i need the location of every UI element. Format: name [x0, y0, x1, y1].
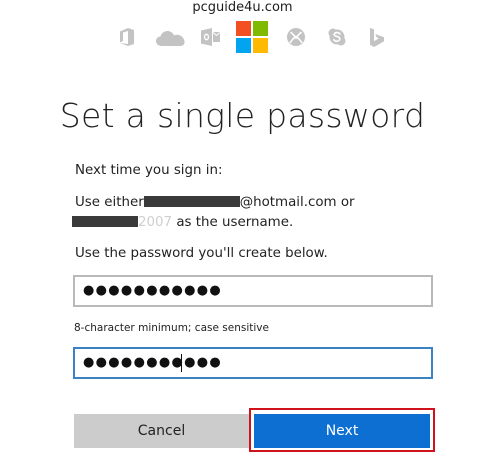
- outlook-icon: [201, 28, 220, 46]
- intro-text: Next time you sign in:: [75, 163, 223, 178]
- username-line: 2007 as the username.: [72, 214, 293, 232]
- password-input[interactable]: ●●●●●●●●●●●: [73, 275, 433, 307]
- confirm-password-input[interactable]: ●●●●●●●●●●●: [73, 347, 433, 379]
- next-button[interactable]: Next: [254, 414, 430, 448]
- email-line: Use either @hotmail.com or: [75, 194, 355, 212]
- use-either-text: Use either: [75, 195, 144, 210]
- xbox-icon: [287, 28, 305, 46]
- username-suffix-text: as the username.: [172, 215, 294, 230]
- cancel-button[interactable]: Cancel: [74, 414, 249, 448]
- bing-icon: [370, 28, 385, 47]
- redacted-username: [72, 215, 138, 227]
- product-icon-row: [0, 20, 485, 60]
- password-hint: 8-character minimum; case sensitive: [74, 322, 269, 334]
- skype-icon: [328, 28, 346, 46]
- watermark-text: pcguide4u.com: [192, 0, 293, 15]
- username-tail-text: 2007: [138, 215, 173, 230]
- confirm-password-value: ●●●●●●●●●●●: [83, 355, 223, 370]
- email-domain-text: @hotmail.com or: [239, 195, 355, 210]
- microsoft-logo: [236, 21, 268, 53]
- password-value: ●●●●●●●●●●●: [83, 283, 223, 298]
- text-caret: [181, 354, 182, 372]
- onedrive-icon: [156, 31, 185, 46]
- redacted-email: [143, 195, 240, 207]
- office-icon: [119, 28, 135, 46]
- page-title: Set a single password: [59, 96, 426, 135]
- create-below-text: Use the password you'll create below.: [75, 246, 328, 261]
